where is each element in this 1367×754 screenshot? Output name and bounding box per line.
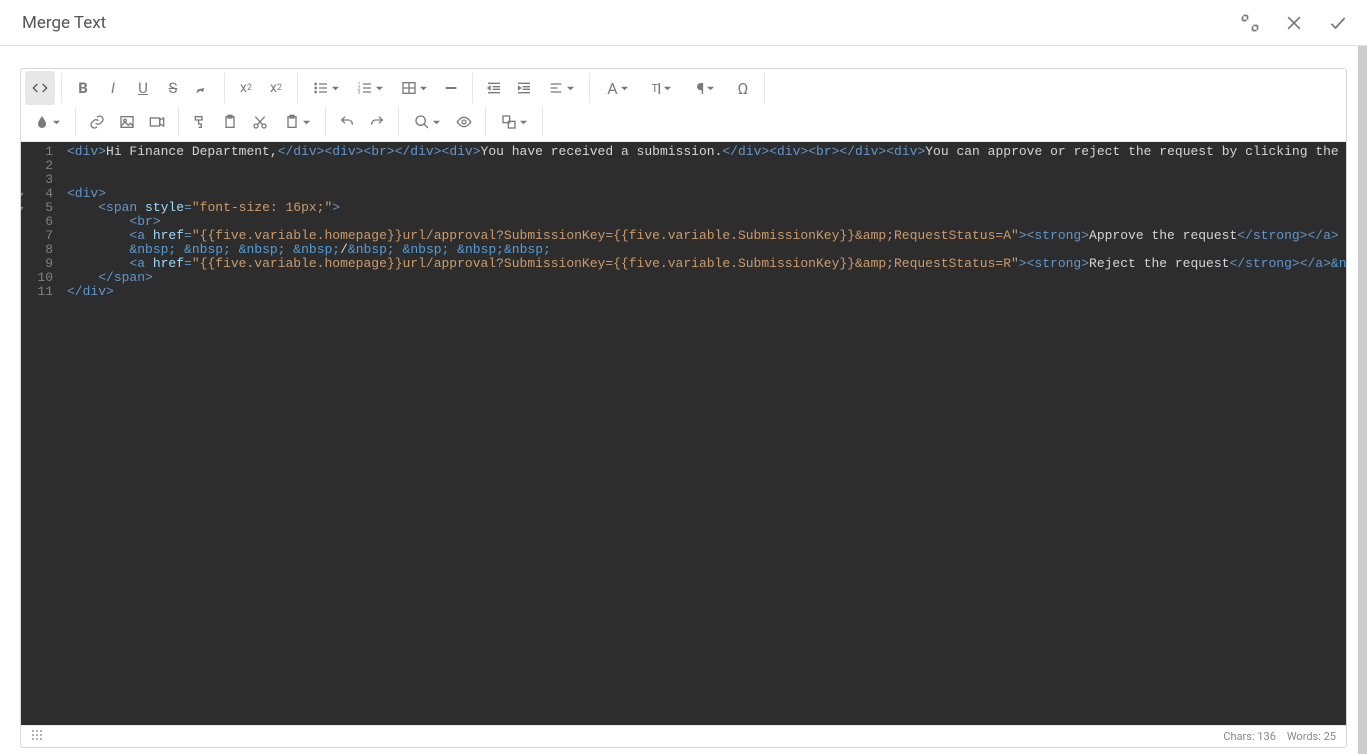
page-scrollbar[interactable] [1358,46,1367,754]
line-number: 1 [21,145,53,159]
toolbar: B I U S x2 x2 123 [21,69,1346,142]
window-title: Merge Text [22,13,106,33]
code-line[interactable]: </span> [67,271,1340,285]
separator [485,107,486,137]
zoom-button[interactable] [405,105,449,139]
line-gutter: 1234▾5▾67891011 [21,142,61,725]
titlebar-actions [1239,12,1349,34]
editor-frame: B I U S x2 x2 123 [20,68,1347,748]
restore-icon[interactable] [1239,12,1261,34]
separator [75,107,76,137]
code-line[interactable] [67,159,1340,173]
fold-icon[interactable]: ▾ [21,202,24,216]
table-button[interactable] [392,71,436,105]
group-button[interactable] [492,105,536,139]
code-line[interactable]: &nbsp; &nbsp; &nbsp; &nbsp;/&nbsp; &nbsp… [67,243,1340,257]
chars-value: 136 [1257,730,1276,743]
special-char-button[interactable]: Ω [728,71,758,105]
check-icon[interactable] [1327,12,1349,34]
line-number: 7 [21,229,53,243]
status-counts: Chars: 136 Words: 25 [1223,730,1336,743]
code-line[interactable]: <div>Hi Finance Department,</div><div><b… [67,145,1340,159]
svg-text:3: 3 [357,89,360,95]
insert-link-button[interactable] [82,105,112,139]
fold-icon[interactable]: ▾ [21,188,24,202]
ink-drop-button[interactable] [25,105,69,139]
line-number: 5▾ [21,201,53,215]
ordered-list-button[interactable]: 123 [348,71,392,105]
strikethrough-button[interactable]: S [158,71,188,105]
code-editor[interactable]: 1234▾5▾67891011 <div>Hi Finance Departme… [21,142,1346,725]
separator [297,73,298,103]
chars-label: Chars: [1223,730,1254,743]
unordered-list-button[interactable] [304,71,348,105]
code-line[interactable]: <span style="font-size: 16px;"> [67,201,1340,215]
redo-button[interactable] [362,105,392,139]
separator [398,107,399,137]
font-color-button[interactable]: A [596,71,640,105]
clipboard-button[interactable] [275,105,319,139]
code-line[interactable] [67,173,1340,187]
code-line[interactable]: </div> [67,285,1340,299]
cut-button[interactable] [245,105,275,139]
insert-video-button[interactable] [142,105,172,139]
grip-icon [31,729,43,744]
editor-body: B I U S x2 x2 123 [0,46,1367,754]
toolbar-row-2 [25,105,1342,139]
align-button[interactable] [539,71,583,105]
font-size-button[interactable]: TI [640,71,684,105]
code-line[interactable]: <a href="{{five.variable.homepage}}url/a… [67,257,1340,271]
code-line[interactable]: <br> [67,215,1340,229]
titlebar: Merge Text [0,0,1367,46]
indent-button[interactable] [509,71,539,105]
code-line[interactable]: <div> [67,187,1340,201]
format-painter-button[interactable] [185,105,215,139]
code-view-button[interactable] [25,71,55,105]
insert-image-button[interactable] [112,105,142,139]
paragraph-format-button[interactable]: ¶ [684,71,728,105]
line-number: 6 [21,215,53,229]
horizontal-rule-button[interactable] [436,71,466,105]
words-label: Words: [1287,730,1321,743]
words-value: 25 [1324,730,1336,743]
line-number: 2 [21,159,53,173]
code-lines[interactable]: <div>Hi Finance Department,</div><div><b… [61,142,1346,725]
outdent-button[interactable] [479,71,509,105]
separator [589,73,590,103]
clear-format-button[interactable] [188,71,218,105]
close-icon[interactable] [1283,12,1305,34]
subscript-button[interactable]: x2 [261,71,291,105]
line-number: 3 [21,173,53,187]
italic-button[interactable]: I [98,71,128,105]
statusbar: Chars: 136 Words: 25 [21,725,1346,747]
preview-button[interactable] [449,105,479,139]
scrollbar-thumb[interactable] [1358,46,1367,754]
undo-button[interactable] [332,105,362,139]
underline-button[interactable]: U [128,71,158,105]
line-number: 10 [21,271,53,285]
bold-button[interactable]: B [68,71,98,105]
toolbar-row-1: B I U S x2 x2 123 [25,71,1342,105]
separator [224,73,225,103]
line-number: 4▾ [21,187,53,201]
line-number: 11 [21,285,53,299]
line-number: 9 [21,257,53,271]
paste-button[interactable] [215,105,245,139]
separator [542,107,543,137]
window: Merge Text B I U S [0,0,1367,754]
separator [764,73,765,103]
separator [178,107,179,137]
separator [325,107,326,137]
code-line[interactable]: <a href="{{five.variable.homepage}}url/a… [67,229,1340,243]
separator [61,73,62,103]
line-number: 8 [21,243,53,257]
superscript-button[interactable]: x2 [231,71,261,105]
separator [472,73,473,103]
